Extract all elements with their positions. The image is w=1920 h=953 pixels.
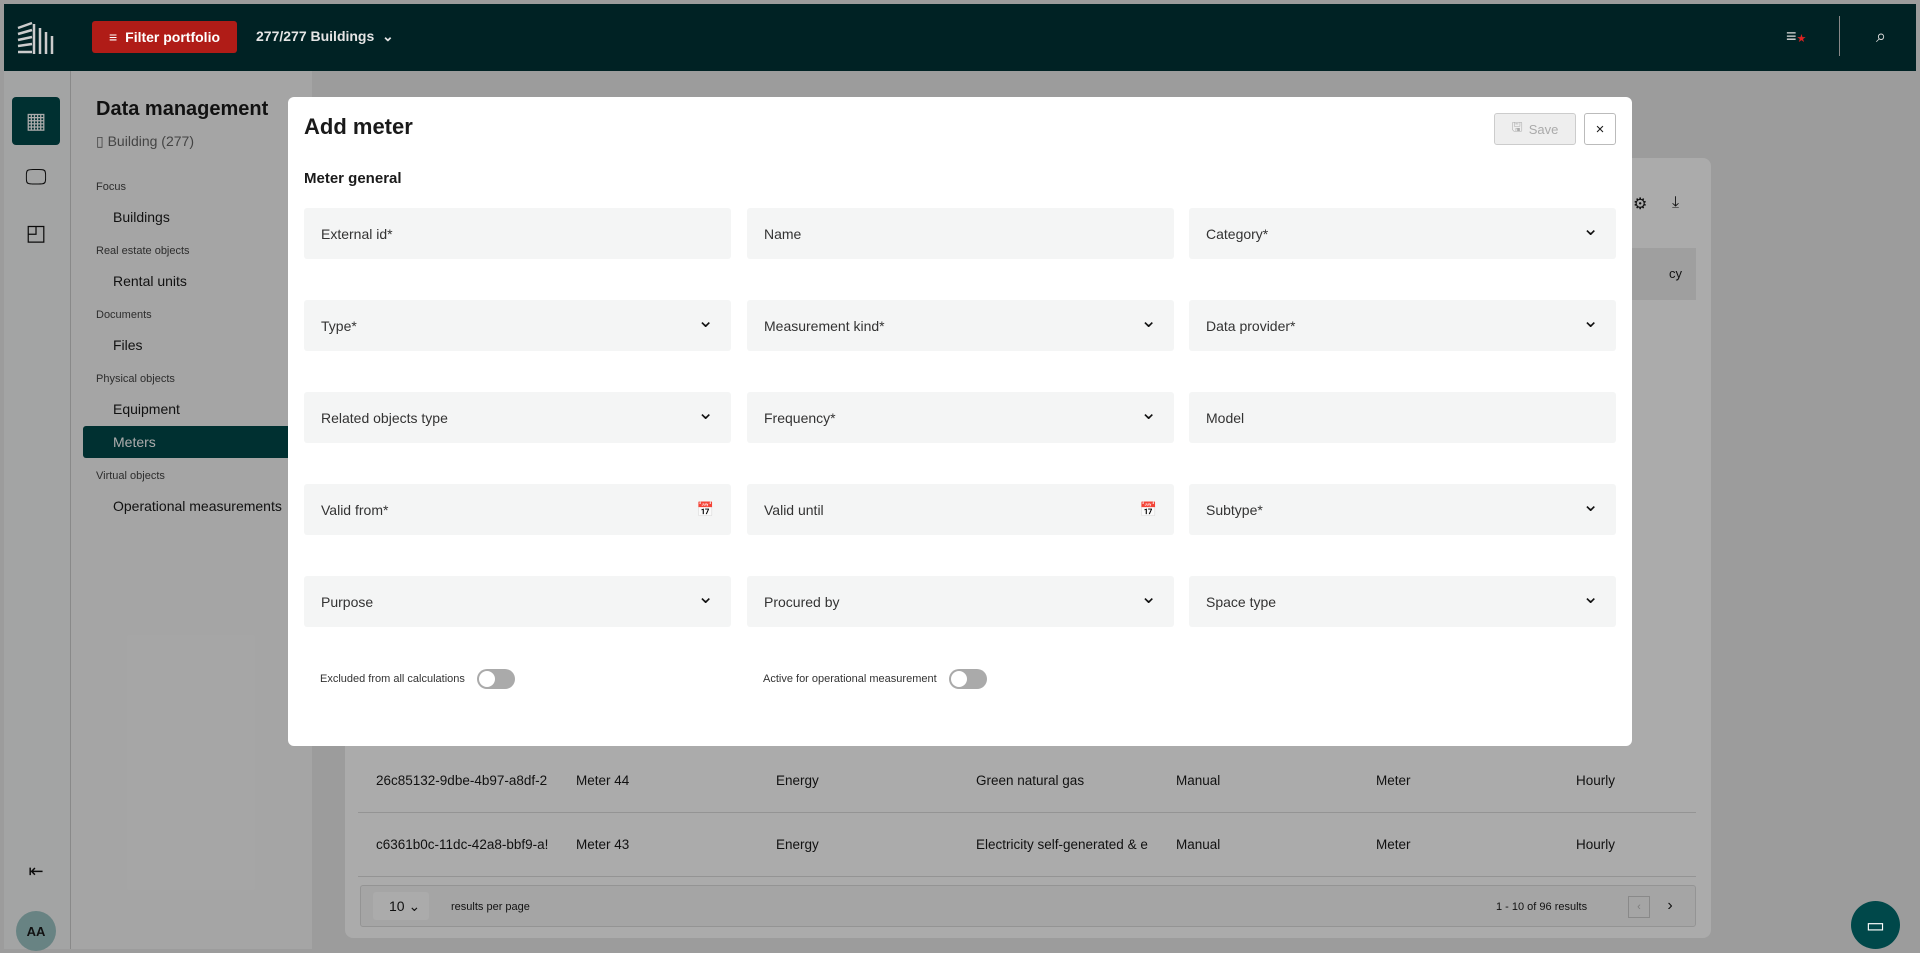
divider [1839, 16, 1840, 56]
buildings-selector[interactable]: 277/277 Buildings ⌄ [256, 28, 394, 45]
save-button[interactable]: 🖫 Save [1494, 113, 1576, 145]
chevron-down-icon: ⌄ [1582, 310, 1599, 332]
type-field[interactable]: Type* ⌄ [304, 300, 731, 351]
procured-by-field[interactable]: Procured by ⌄ [747, 576, 1174, 627]
field-label: Space type [1206, 593, 1277, 610]
chevron-down-icon: ⌄ [697, 310, 714, 332]
filter-icon: ≡ [108, 29, 118, 45]
field-label: Related objects type [321, 409, 448, 426]
field-label: Valid from* [321, 501, 389, 518]
data-provider-field[interactable]: Data provider* ⌄ [1189, 300, 1616, 351]
chevron-down-icon: ⌄ [1582, 494, 1599, 516]
field-label: Type* [321, 317, 357, 334]
chat-icon: ▭ [1866, 914, 1885, 937]
category-field[interactable]: Category* ⌄ [1189, 208, 1616, 259]
chevron-down-icon: ⌄ [1582, 586, 1599, 608]
name-field[interactable]: Name [747, 208, 1174, 259]
chevron-down-icon: ⌄ [697, 586, 714, 608]
space-type-field[interactable]: Space type ⌄ [1189, 576, 1616, 627]
field-label: Valid until [764, 501, 824, 518]
chevron-down-icon: ⌄ [697, 402, 714, 424]
chevron-down-icon: ⌄ [1140, 586, 1157, 608]
section-title: Meter general [304, 170, 402, 187]
filter-label: Filter portfolio [125, 29, 221, 45]
filter-portfolio-button[interactable]: ≡ Filter portfolio [92, 21, 237, 53]
add-meter-dialog: Add meter 🖫 Save × Meter general External… [288, 97, 1632, 746]
chevron-down-icon: ⌄ [1582, 218, 1599, 240]
purpose-field[interactable]: Purpose ⌄ [304, 576, 731, 627]
chevron-down-icon: ⌄ [1140, 402, 1157, 424]
field-label: External id* [321, 225, 393, 242]
field-label: Name [764, 225, 802, 242]
toggle-label: Excluded from all calculations [320, 673, 465, 685]
model-field[interactable]: Model [1189, 392, 1616, 443]
related-objects-type-field[interactable]: Related objects type ⌄ [304, 392, 731, 443]
measurement-kind-field[interactable]: Measurement kind* ⌄ [747, 300, 1174, 351]
subtype-field[interactable]: Subtype* ⌄ [1189, 484, 1616, 535]
buildings-label: 277/277 Buildings [256, 28, 375, 44]
excluded-toggle-row: Excluded from all calculations [320, 669, 515, 689]
calendar-icon: 📅 [1139, 501, 1157, 517]
frequency-field[interactable]: Frequency* ⌄ [747, 392, 1174, 443]
active-operational-toggle[interactable] [948, 669, 987, 689]
field-label: Data provider* [1206, 317, 1296, 334]
field-label: Category* [1206, 225, 1269, 242]
external-id-field[interactable]: External id* [304, 208, 731, 259]
field-label: Purpose [321, 593, 374, 610]
field-label: Frequency* [764, 409, 836, 426]
chevron-down-icon: ⌄ [1140, 310, 1157, 332]
save-label: Save [1528, 121, 1559, 137]
favorite-filter-icon[interactable]: ≡★ [1786, 26, 1806, 47]
field-label: Model [1206, 409, 1245, 426]
search-icon[interactable]: ⌕ [1876, 26, 1886, 47]
field-label: Measurement kind* [764, 317, 885, 334]
close-button[interactable]: × [1584, 113, 1616, 145]
field-label: Subtype* [1206, 501, 1263, 518]
calendar-icon: 📅 [696, 501, 714, 517]
valid-from-field[interactable]: Valid from* 📅 [304, 484, 731, 535]
logo-icon [17, 21, 54, 54]
field-label: Procured by [764, 593, 840, 610]
valid-until-field[interactable]: Valid until 📅 [747, 484, 1174, 535]
active-toggle-row: Active for operational measurement [763, 669, 987, 689]
top-bar: ≡ Filter portfolio 277/277 Buildings ⌄ ≡★… [4, 4, 1916, 71]
save-icon: 🖫 [1511, 119, 1523, 134]
chat-button[interactable]: ▭ [1851, 901, 1900, 949]
excluded-toggle[interactable] [476, 669, 515, 689]
dialog-title: Add meter [304, 114, 413, 139]
toggle-label: Active for operational measurement [763, 673, 937, 685]
chevron-down-icon: ⌄ [378, 28, 394, 44]
